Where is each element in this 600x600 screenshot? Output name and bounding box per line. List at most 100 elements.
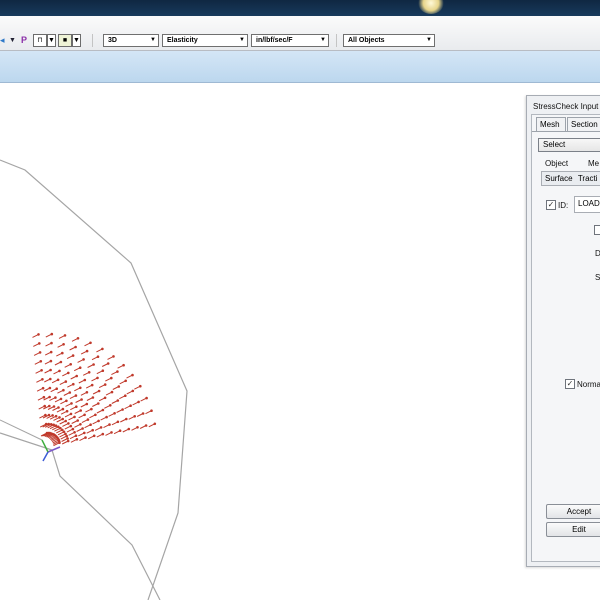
load-arrow-head — [62, 343, 65, 346]
load-arrow-head — [129, 404, 132, 408]
load-arrow-head — [59, 360, 63, 364]
load-arrow-head — [41, 378, 44, 381]
chair-view-dropdown[interactable]: ▼ — [47, 34, 56, 47]
load-arrow-head — [133, 415, 136, 418]
load-arrow-head — [110, 376, 113, 380]
units-select-value: in/lbf/sec/F — [256, 37, 293, 44]
load-arrow-head — [109, 404, 112, 407]
load-arrow-head — [64, 380, 68, 383]
id-field[interactable]: LOAD — [574, 196, 600, 213]
load-arrow-head — [52, 405, 56, 408]
load-arrow-head — [69, 412, 73, 416]
folder-view-button[interactable]: ■ — [58, 34, 72, 47]
y-axis-arrow — [41, 439, 49, 453]
load-arrow-head — [62, 388, 65, 392]
load-arrow-head — [50, 332, 54, 336]
load-arrow-head — [49, 368, 52, 372]
label-s: S — [595, 273, 600, 282]
units-select[interactable]: in/lbf/sec/F ▼ — [251, 34, 329, 47]
chevron-down-icon: ▼ — [239, 37, 245, 43]
load-arrow-head — [59, 397, 63, 401]
load-arrow-head — [90, 407, 93, 411]
method-value: Tracti — [577, 174, 598, 183]
load-arrow-head — [67, 422, 70, 425]
id-checkbox[interactable]: ✓ — [546, 200, 556, 210]
folder-view-dropdown[interactable]: ▼ — [72, 34, 81, 47]
load-arrow-head — [124, 379, 127, 383]
load-arrow-head — [79, 386, 82, 390]
load-arrow-head — [48, 404, 51, 408]
title-bar-glow — [418, 0, 444, 14]
load-arrow-head — [64, 432, 67, 436]
load-arrow-head — [52, 423, 55, 427]
load-arrow-head — [48, 395, 51, 399]
load-arrow-head — [101, 432, 105, 436]
chevron-down-icon: ▼ — [73, 37, 80, 44]
object-header: Object — [545, 159, 569, 168]
objects-select[interactable]: All Objects ▼ — [343, 34, 435, 47]
load-arrow-head — [40, 369, 43, 372]
load-arrow-head — [97, 389, 101, 393]
load-arrow-head — [54, 414, 58, 418]
load-arrow-head — [90, 383, 94, 387]
load-arrow-head — [71, 354, 75, 357]
label-d: D — [595, 249, 600, 258]
action-select-value: Select — [543, 140, 566, 149]
toolbar-edge-icon[interactable]: ◂ — [0, 34, 6, 47]
load-arrow-head — [57, 406, 60, 409]
load-arrow-head — [75, 405, 78, 409]
load-arrow-head — [101, 369, 105, 373]
normal-checkbox[interactable]: ✓ — [565, 379, 575, 389]
load-arrow-head — [54, 396, 57, 399]
pen-icon[interactable]: P — [21, 34, 29, 47]
load-arrow-head — [122, 363, 125, 367]
load-arrow-head — [91, 428, 94, 432]
load-arrow-head — [49, 350, 53, 354]
load-arrow-head — [61, 351, 64, 355]
window-title-bar — [0, 0, 600, 16]
toolbar-dropdown-icon[interactable]: ▼ — [9, 34, 16, 47]
load-arrow-head — [106, 362, 110, 365]
load-arrow-head — [79, 409, 82, 412]
load-arrow-head — [71, 427, 75, 431]
analysis-select[interactable]: Elasticity ▼ — [162, 34, 248, 47]
model-viewport[interactable] — [0, 84, 600, 600]
load-arrow-head — [72, 382, 75, 386]
tab-mesh[interactable]: Mesh — [536, 117, 566, 131]
chevron-down-icon: ▼ — [150, 37, 156, 43]
normal-label: Norma — [577, 380, 600, 389]
edit-button[interactable]: Edit — [546, 522, 600, 537]
load-arrow-head — [79, 423, 82, 426]
option-checkbox[interactable] — [594, 225, 600, 235]
object-method-row[interactable]: Surface Tracti — [541, 171, 600, 186]
load-arrow-head — [131, 389, 135, 393]
load-arrow-head — [87, 371, 91, 374]
load-arrow-head — [73, 415, 76, 419]
load-arrow-head — [94, 413, 97, 417]
load-arrow-head — [73, 431, 76, 434]
load-arrow-head — [50, 341, 53, 345]
load-arrow-head — [65, 434, 68, 438]
load-arrow-head — [85, 391, 89, 394]
model-outline-lower — [0, 432, 161, 600]
chair-view-button[interactable]: ⊓ — [33, 34, 47, 47]
load-arrow-head — [110, 431, 113, 434]
accept-button[interactable]: Accept — [546, 504, 600, 519]
load-arrow-head — [121, 408, 124, 411]
load-arrow-head — [68, 391, 72, 394]
method-header: Me — [588, 159, 600, 168]
panel-body: Mesh Section Select Object Me Surface Tr… — [531, 114, 600, 562]
load-arrow-head — [150, 409, 153, 413]
tab-section[interactable]: Section — [567, 117, 600, 131]
load-arrow-head — [127, 427, 131, 431]
objects-select-value: All Objects — [348, 37, 385, 44]
chair-icon: ⊓ — [37, 37, 43, 44]
load-arrow-head — [62, 430, 66, 434]
dimension-select[interactable]: 3D ▼ — [103, 34, 159, 47]
toolbar-separator — [92, 34, 93, 47]
id-label: ID: — [558, 201, 569, 210]
load-arrow-head — [141, 412, 145, 415]
load-arrow-head — [64, 419, 67, 423]
action-select[interactable]: Select — [538, 138, 600, 152]
load-arrow-head — [70, 402, 73, 405]
